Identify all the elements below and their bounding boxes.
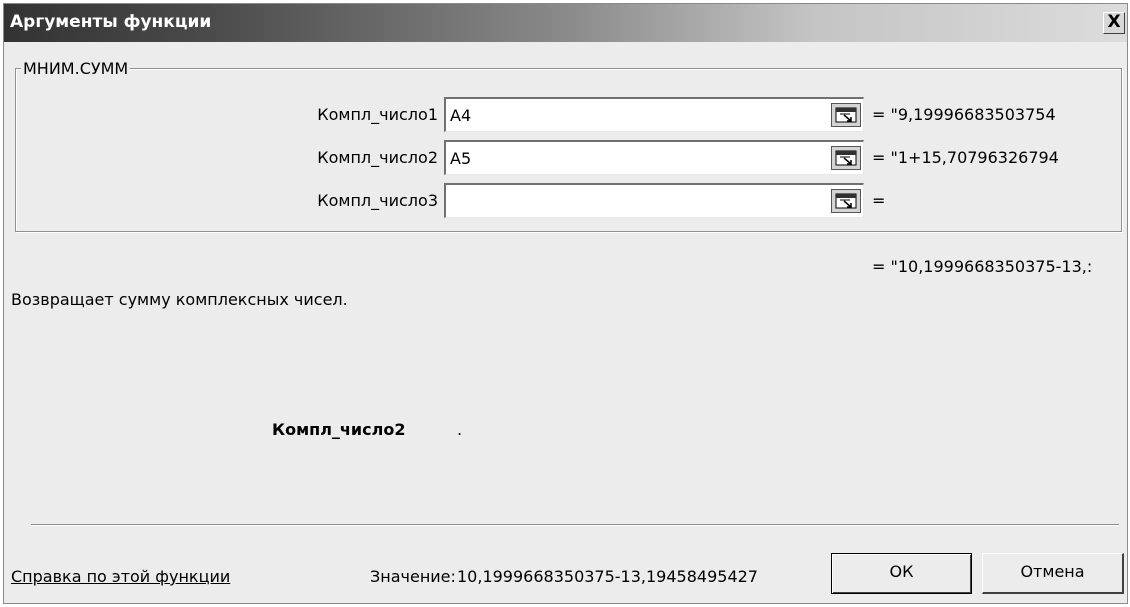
dialog-title: Аргументы функции bbox=[10, 12, 212, 32]
cancel-button[interactable]: Отмена bbox=[982, 553, 1124, 594]
value-label: Значение: bbox=[370, 567, 456, 586]
arg3-label: Компл_число3 bbox=[317, 191, 438, 210]
title-bar: Аргументы функции X bbox=[4, 4, 1127, 42]
collapse-dialog-icon bbox=[835, 193, 857, 209]
function-help-link[interactable]: Справка по этой функции bbox=[11, 567, 230, 586]
arg1-input[interactable] bbox=[444, 97, 864, 132]
function-arguments-dialog: Аргументы функции X МНИМ.СУММ Компл_числ… bbox=[3, 3, 1128, 604]
argument-help-name: Компл_число2 bbox=[272, 420, 406, 439]
footer-separator bbox=[31, 524, 1119, 526]
ok-button[interactable]: ОК bbox=[831, 553, 972, 594]
close-button[interactable]: X bbox=[1103, 12, 1125, 34]
value-text: 10,1999668350375-13,19458495427 bbox=[457, 567, 758, 586]
arg1-result: = "9,19996683503754 bbox=[872, 105, 1056, 124]
collapse-dialog-icon bbox=[835, 150, 857, 166]
function-name: МНИМ.СУММ bbox=[21, 59, 131, 78]
arg2-input[interactable] bbox=[444, 140, 864, 175]
arg3-collapse-button[interactable] bbox=[831, 189, 861, 213]
formula-result: = "10,1999668350375-13,: bbox=[872, 257, 1093, 276]
arg2-label: Компл_число2 bbox=[317, 148, 438, 167]
arg1-collapse-button[interactable] bbox=[831, 103, 861, 127]
arg1-label: Компл_число1 bbox=[317, 105, 438, 124]
close-icon: X bbox=[1107, 12, 1121, 32]
arg3-input[interactable] bbox=[444, 183, 864, 218]
collapse-dialog-icon bbox=[835, 107, 857, 123]
argument-help-text: . bbox=[457, 420, 463, 439]
arg2-result: = "1+15,70796326794 bbox=[872, 148, 1059, 167]
function-description: Возвращает сумму комплексных чисел. bbox=[11, 290, 348, 309]
arg3-result: = bbox=[872, 191, 886, 210]
arg2-collapse-button[interactable] bbox=[831, 146, 861, 170]
